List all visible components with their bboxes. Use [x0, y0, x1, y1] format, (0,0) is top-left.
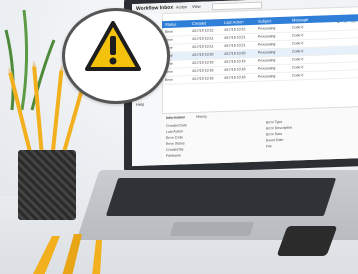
table-cell: 4/17/19 10:18: [192, 76, 214, 82]
table-cell: 4/17/19 10:22: [192, 28, 214, 34]
detail-label: Last Action: [166, 129, 184, 134]
table-cell: 4/17/19 10:20: [192, 52, 214, 58]
table-cell: Code 0: [292, 49, 304, 54]
table-cell: 4/17/19 10:21: [224, 43, 246, 48]
message-grid: ⚙ ⟳ ⎙ ✕ Status Created Last Action Subje…: [162, 6, 358, 113]
table-cell: 4/17/19 10:18: [224, 75, 246, 80]
detail-label: Event Date: [266, 137, 284, 143]
table-cell: 4/17/19 10:21: [192, 36, 214, 42]
table-cell: 4/17/19 10:18: [224, 67, 246, 72]
detail-label: Error Code: [166, 135, 184, 140]
detail-label: Created By: [166, 147, 184, 152]
detail-label: Error Type: [266, 119, 283, 125]
table-cell: Processing: [258, 50, 276, 55]
sidebar-item-help[interactable]: Help: [136, 102, 144, 107]
detail-label: Error Description: [266, 125, 293, 131]
table-cell: Error: [165, 29, 173, 34]
table-cell: Processing: [258, 58, 276, 63]
table-cell: Code 0: [292, 65, 304, 70]
header-status[interactable]: Status: [165, 22, 176, 27]
table-cell: Processing: [258, 26, 276, 31]
header-message[interactable]: Message: [292, 17, 308, 23]
lamp-base: [33, 234, 102, 274]
table-cell: 4/17/19 10:21: [224, 35, 246, 40]
table-cell: Error: [165, 77, 173, 82]
table-cell: Code 0: [292, 41, 304, 46]
table-cell: 4/17/19 10:19: [224, 59, 246, 64]
table-cell: Code 0: [292, 57, 304, 62]
table-cell: 4/17/19 10:20: [224, 51, 246, 56]
table-cell: 4/17/19 10:18: [192, 68, 214, 74]
table-cell: Code 0: [292, 73, 304, 78]
menu-action[interactable]: Action: [176, 4, 187, 9]
table-cell: Processing: [258, 66, 276, 71]
detail-label: FileName: [166, 153, 181, 158]
detail-panel: Information History Created Date Last Ac…: [162, 105, 358, 167]
photo-scene: Workflow Inbox Action View Inbox Sent Ar…: [0, 0, 358, 274]
header-last-action[interactable]: Last Action: [224, 19, 244, 25]
table-cell: Code 0: [292, 33, 304, 38]
header-created[interactable]: Created: [192, 21, 206, 26]
menu-view[interactable]: View: [192, 4, 201, 9]
tab-information[interactable]: Information: [166, 115, 185, 120]
table-cell: Processing: [258, 74, 276, 79]
table-cell: Code 0: [292, 25, 304, 30]
detail-label: File: [266, 144, 272, 149]
table-cell: 4/17/19 10:22: [224, 27, 246, 32]
pencil-cup: [18, 150, 76, 220]
detail-label: Error Date: [266, 131, 283, 137]
table-cell: Processing: [258, 34, 276, 39]
table-cell: 4/17/19 10:19: [192, 60, 214, 66]
header-subject[interactable]: Subject: [258, 18, 271, 23]
tab-history[interactable]: History: [196, 115, 207, 119]
table-cell: Processing: [258, 42, 276, 47]
detail-label: Error Status: [166, 141, 185, 146]
warning-triangle-icon: [85, 21, 141, 71]
detail-label: Created Date: [166, 123, 187, 128]
laptop-keyboard: [105, 178, 337, 216]
laptop-screen: Workflow Inbox Action View Inbox Sent Ar…: [132, 0, 358, 167]
table-cell: 4/17/19 10:21: [192, 44, 214, 50]
laptop-touchpad: [169, 222, 255, 236]
app-title: Workflow Inbox: [136, 4, 174, 12]
